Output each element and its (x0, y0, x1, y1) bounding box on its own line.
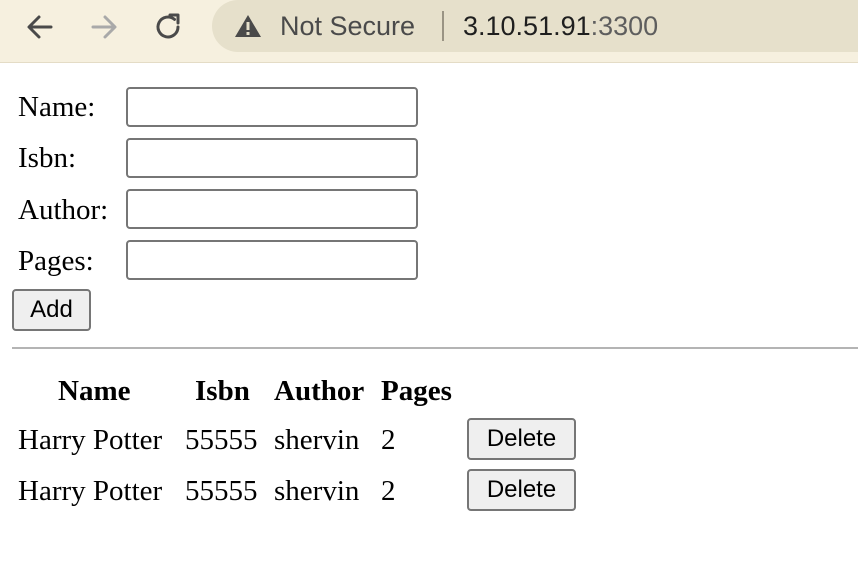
name-label: Name: (18, 91, 96, 123)
cell-author: shervin (274, 475, 360, 507)
forward-button[interactable] (84, 8, 124, 46)
cell-pages: 2 (381, 475, 396, 507)
warning-triangle-icon (235, 15, 261, 37)
cell-isbn: 55555 (185, 475, 258, 507)
isbn-label: Isbn: (18, 142, 76, 174)
cell-name: Harry Potter (18, 424, 163, 456)
delete-button[interactable]: Delete (467, 469, 576, 511)
pages-input[interactable] (126, 240, 418, 280)
cell-pages: 2 (381, 424, 396, 456)
url-host: 3.10.51.91 (463, 11, 591, 41)
header-isbn: Isbn (195, 375, 250, 407)
forward-arrow-icon (91, 15, 117, 39)
reload-button[interactable] (148, 8, 188, 46)
author-label: Author: (18, 194, 109, 226)
header-pages: Pages (381, 375, 452, 407)
browser-toolbar: Not Secure 3.10.51.91:3300 (0, 0, 858, 63)
delete-button[interactable]: Delete (467, 418, 576, 460)
isbn-input[interactable] (126, 138, 418, 178)
back-arrow-icon (27, 15, 53, 39)
cell-name: Harry Potter (18, 475, 163, 507)
url-port: :3300 (590, 11, 659, 41)
add-button[interactable]: Add (12, 289, 91, 331)
header-name: Name (58, 375, 131, 407)
cell-author: shervin (274, 424, 360, 456)
back-button[interactable] (20, 8, 60, 46)
horizontal-rule (12, 347, 858, 349)
url-divider (442, 11, 444, 41)
url-text[interactable]: 3.10.51.91:3300 (463, 10, 658, 42)
address-bar[interactable]: Not Secure 3.10.51.91:3300 (212, 0, 858, 52)
author-input[interactable] (126, 189, 418, 229)
cell-isbn: 55555 (185, 424, 258, 456)
header-author: Author (274, 375, 365, 407)
security-status-label[interactable]: Not Secure (280, 10, 415, 42)
pages-label: Pages: (18, 245, 94, 277)
name-input[interactable] (126, 87, 418, 127)
reload-icon (156, 13, 180, 39)
